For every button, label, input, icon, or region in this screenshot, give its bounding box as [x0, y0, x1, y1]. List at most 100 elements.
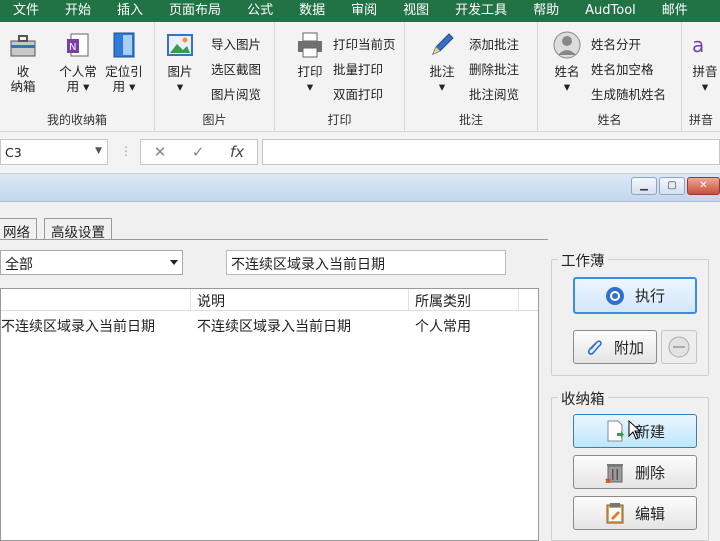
- category-combo[interactable]: 全部: [0, 250, 183, 275]
- picture-view-button[interactable]: 图片阅览: [211, 84, 261, 103]
- search-input[interactable]: 不连续区域录入当前日期: [226, 250, 506, 275]
- chevron-down-icon: ▼: [95, 146, 102, 156]
- tab-insert[interactable]: 插入: [104, 0, 156, 22]
- execute-icon: [605, 286, 624, 305]
- region-screenshot-button[interactable]: 选区截图: [211, 59, 261, 78]
- column-header-category[interactable]: 所属类别: [409, 289, 519, 311]
- group-print: 打印 ▾ 打印当前页 批量打印 双面打印 打印: [275, 22, 405, 132]
- batch-print-button[interactable]: 批量打印: [333, 59, 383, 78]
- tab-network[interactable]: 网络: [0, 218, 37, 241]
- group-picture: 图片 ▾ 导入图片 选区截图 图片阅览 图片: [155, 22, 275, 132]
- tab-advanced-settings[interactable]: 高级设置: [44, 218, 112, 241]
- cancel-icon[interactable]: ✕: [154, 143, 167, 161]
- group-label-print: 打印: [327, 113, 352, 127]
- personal-icon: N: [67, 33, 89, 57]
- duplex-print-button[interactable]: 双面打印: [333, 84, 383, 103]
- printer-icon: [298, 32, 322, 58]
- add-comment-button[interactable]: 添加批注: [469, 34, 519, 53]
- delete-button[interactable]: 删除: [573, 455, 697, 489]
- store-button[interactable]: 收 纳箱: [6, 30, 40, 94]
- chevron-down-icon: [170, 260, 178, 265]
- list-row[interactable]: 不连续区域录入当前日期 不连续区域录入当前日期 个人常用: [1, 313, 538, 337]
- toolbox-icon: [10, 35, 36, 57]
- print-current-page-button[interactable]: 打印当前页: [333, 34, 396, 53]
- delete-comment-button[interactable]: 删除批注: [469, 59, 519, 78]
- group-label-my-storage: 我的收纳箱: [46, 113, 107, 127]
- import-picture-button[interactable]: 导入图片: [211, 34, 261, 53]
- drag-handle-icon[interactable]: ⋮: [120, 144, 132, 158]
- macro-list: 说明 所属类别 不连续区域录入当前日期 不连续区域录入当前日期 个人常用: [0, 288, 539, 541]
- tab-help[interactable]: 帮助: [520, 0, 572, 22]
- locate-reference-button[interactable]: 定位引 用 ▾: [102, 30, 146, 94]
- tab-view[interactable]: 视图: [390, 0, 442, 22]
- view-comment-button[interactable]: 批注阅览: [469, 84, 519, 103]
- group-label-comment: 批注: [458, 113, 483, 127]
- name-box[interactable]: C3 ▼: [0, 139, 108, 165]
- tab-review[interactable]: 审阅: [338, 0, 390, 22]
- group-label-name: 姓名: [597, 113, 622, 127]
- person-icon: [553, 31, 581, 59]
- list-header: 说明 所属类别: [1, 289, 538, 311]
- comment-button[interactable]: 批注 ▾: [425, 30, 459, 94]
- formula-bar: C3 ▼ ⋮ ✕ ✓ fx: [0, 132, 720, 174]
- locate-icon: [113, 32, 135, 58]
- paperclip-icon: [587, 340, 602, 355]
- tab-mail[interactable]: 邮件: [649, 0, 701, 22]
- split-name-button[interactable]: 姓名分开: [591, 34, 641, 53]
- cell-description: 不连续区域录入当前日期: [197, 319, 351, 335]
- storage-group-label: 收纳箱: [558, 388, 608, 409]
- cell-category: 个人常用: [415, 319, 471, 335]
- column-header-description[interactable]: 说明: [191, 289, 409, 311]
- mouse-cursor-icon: [628, 420, 642, 440]
- picture-icon: [167, 34, 193, 56]
- fx-icon[interactable]: fx: [230, 143, 244, 161]
- maximize-button[interactable]: ▢: [659, 177, 685, 195]
- column-header-name[interactable]: [1, 289, 191, 311]
- storage-group: 收纳箱 新建 删除 编辑: [551, 388, 709, 541]
- name-button[interactable]: 姓名 ▾: [550, 30, 584, 94]
- tab-audtool[interactable]: AudTool: [572, 0, 649, 22]
- remove-icon: [668, 336, 690, 358]
- tab-page-layout[interactable]: 页面布局: [156, 0, 234, 22]
- tab-data[interactable]: 数据: [286, 0, 338, 22]
- tab-divider: [0, 239, 548, 240]
- workbook-group: 工作薄 执行 附加: [551, 250, 709, 376]
- enter-icon[interactable]: ✓: [192, 143, 205, 161]
- workbook-group-label: 工作薄: [558, 250, 608, 271]
- print-button[interactable]: 打印 ▾: [293, 30, 327, 94]
- dialog-titlebar[interactable]: ▁ ▢ ✕: [0, 174, 720, 202]
- trash-icon: [605, 464, 623, 483]
- tab-formulas[interactable]: 公式: [234, 0, 286, 22]
- group-label-pinyin: 拼音: [688, 113, 713, 127]
- personal-common-button[interactable]: N 个人常 用 ▾: [56, 30, 100, 94]
- execute-button[interactable]: 执行: [573, 277, 697, 314]
- ribbon-tab-bar: 文件 开始 插入 页面布局 公式 数据 审阅 视图 开发工具 帮助 AudToo…: [0, 0, 720, 22]
- group-name: 姓名 ▾ 姓名分开 姓名加空格 生成随机姓名 姓名: [538, 22, 682, 132]
- group-pinyin: a 拼音 ▾ 拼音: [682, 22, 720, 132]
- tab-file[interactable]: 文件: [0, 0, 52, 22]
- name-add-space-button[interactable]: 姓名加空格: [591, 59, 654, 78]
- group-label-picture: 图片: [202, 113, 227, 127]
- storage-dialog: ▁ ▢ ✕ 网络 高级设置 全部 不连续区域录入当前日期 说明 所属类别 不连续…: [0, 174, 720, 541]
- formula-input[interactable]: [262, 139, 720, 165]
- cell-name: 不连续区域录入当前日期: [1, 319, 155, 335]
- close-button[interactable]: ✕: [687, 177, 720, 195]
- pinyin-button[interactable]: a 拼音 ▾: [690, 30, 720, 94]
- formula-buttons: ✕ ✓ fx: [140, 139, 258, 165]
- tab-developer[interactable]: 开发工具: [442, 0, 520, 22]
- svg-text:a: a: [692, 33, 704, 57]
- ribbon: 收 纳箱 N 个人常 用 ▾ 定位引 用 ▾ 我的收纳箱 图片 ▾ 导入图片 选…: [0, 22, 720, 132]
- pinyin-icon: a: [692, 33, 704, 57]
- picture-button[interactable]: 图片 ▾: [163, 30, 197, 94]
- attach-button[interactable]: 附加: [573, 330, 657, 364]
- group-comment: 批注 ▾ 添加批注 删除批注 批注阅览 批注: [405, 22, 538, 132]
- tab-home[interactable]: 开始: [52, 0, 104, 22]
- group-my-storage: 收 纳箱 N 个人常 用 ▾ 定位引 用 ▾ 我的收纳箱: [0, 22, 155, 132]
- minimize-button[interactable]: ▁: [631, 177, 657, 195]
- random-name-button[interactable]: 生成随机姓名: [591, 84, 666, 103]
- new-document-icon: [607, 420, 624, 442]
- edit-button[interactable]: 编辑: [573, 496, 697, 530]
- pen-icon: [432, 33, 454, 55]
- detach-button[interactable]: [661, 330, 697, 364]
- svg-text:N: N: [69, 42, 76, 53]
